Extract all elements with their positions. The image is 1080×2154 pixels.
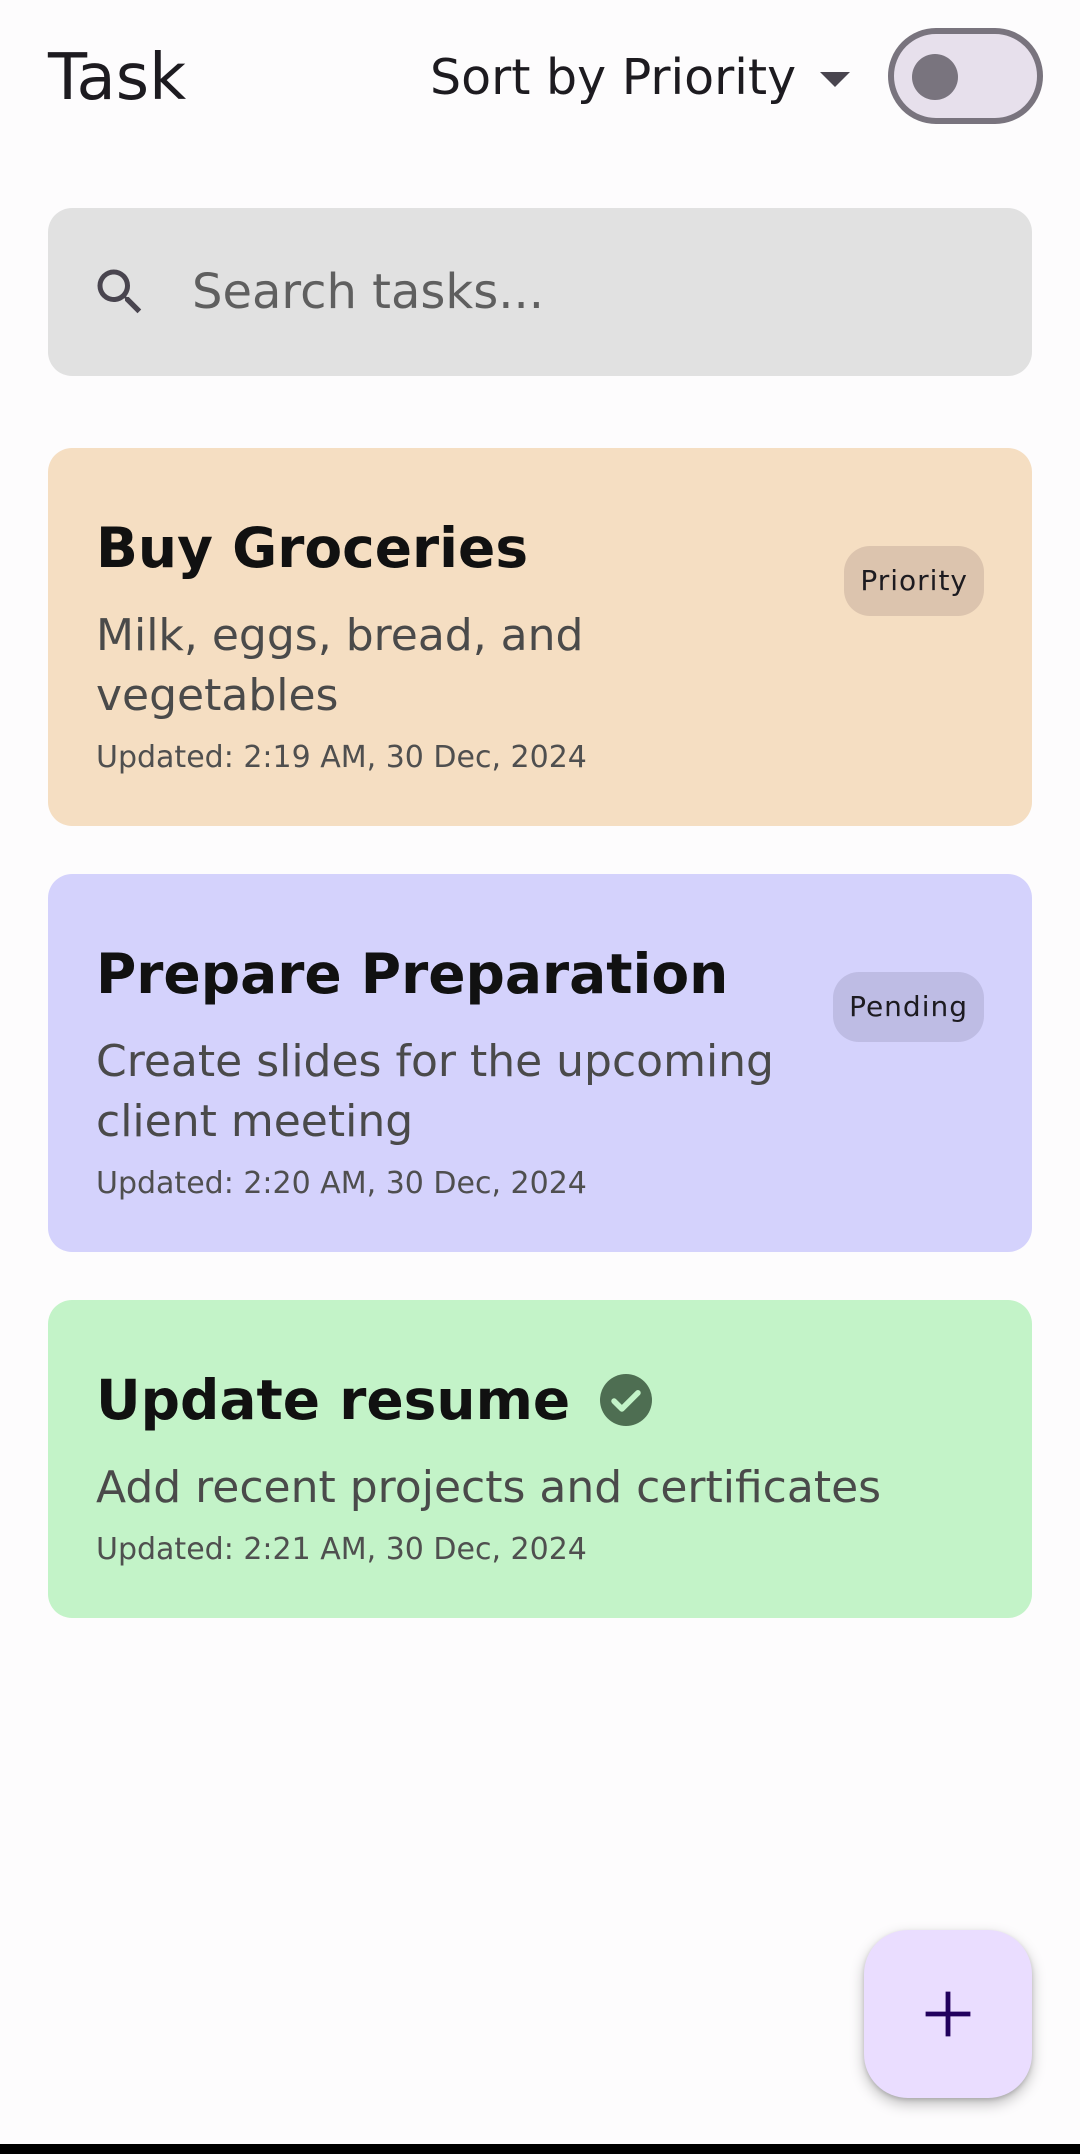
dropdown-arrow-icon (820, 71, 851, 87)
task-app: Task Sort by Priority Buy Groceries Milk… (0, 0, 1080, 2154)
theme-toggle-switch[interactable] (888, 28, 1043, 124)
add-task-button[interactable] (864, 1930, 1032, 2098)
task-card-prepare-preparation[interactable]: Prepare Preparation Create slides for th… (48, 874, 1032, 1252)
task-card-update-resume[interactable]: Update resume Add recent projects and ce… (48, 1300, 1032, 1618)
sort-dropdown-label: Sort by Priority (430, 48, 797, 106)
task-description: Milk, eggs, bread, and vegetables (96, 610, 584, 721)
search-icon (97, 269, 142, 314)
page-title: Task (48, 41, 187, 115)
task-title-row: Update resume (96, 1364, 653, 1436)
task-description: Add recent projects and certificates (96, 1462, 882, 1513)
system-navigation-bar (0, 2144, 1080, 2154)
sort-dropdown[interactable]: Sort by Priority (430, 42, 851, 112)
status-badge-pending: Pending (833, 972, 984, 1042)
task-title: Buy Groceries (96, 516, 529, 580)
task-title: Prepare Preparation (96, 942, 729, 1006)
task-title-row: Buy Groceries (96, 512, 528, 584)
task-title: Update resume (96, 1368, 571, 1432)
status-badge-priority: Priority (844, 546, 984, 616)
task-updated-time: Updated: 2:19 AM, 30 Dec, 2024 (96, 740, 587, 775)
search-input[interactable] (192, 248, 992, 336)
completed-check-icon (600, 1374, 653, 1426)
task-updated-time: Updated: 2:21 AM, 30 Dec, 2024 (96, 1532, 587, 1567)
task-card-buy-groceries[interactable]: Buy Groceries Milk, eggs, bread, and veg… (48, 448, 1032, 826)
add-icon (925, 1991, 971, 2037)
toggle-thumb (912, 54, 958, 100)
task-description: Create slides for the upcoming client me… (96, 1036, 774, 1147)
task-updated-time: Updated: 2:20 AM, 30 Dec, 2024 (96, 1166, 587, 1201)
task-title-row: Prepare Preparation (96, 938, 728, 1010)
search-bar[interactable] (48, 208, 1032, 376)
app-header: Task Sort by Priority (0, 0, 1080, 156)
